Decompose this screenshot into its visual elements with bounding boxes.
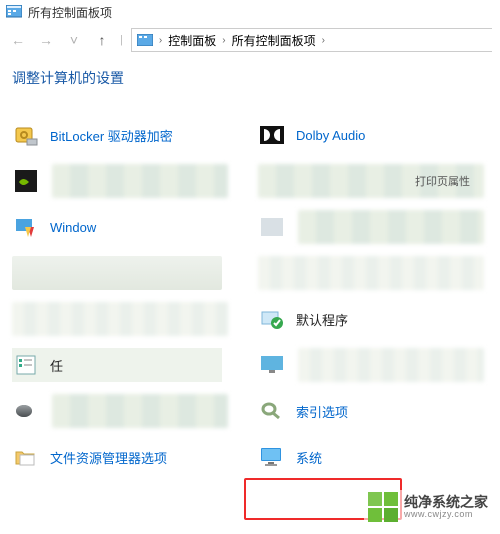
control-panel-icon (6, 4, 22, 20)
watermark-logo-icon (368, 492, 398, 522)
item-tasks[interactable]: 任 (12, 348, 222, 382)
default-programs-icon (258, 305, 286, 333)
item-explorer-options[interactable]: 文件资源管理器选项 (12, 440, 222, 474)
watermark: 纯净系统之家 www.cwjzy.com (364, 490, 492, 524)
item-system[interactable]: 系统 (258, 440, 478, 474)
nav-toolbar: ← → ˅ ↑ | › 控制面板 › 所有控制面板项 › (0, 24, 500, 56)
watermark-url: www.cwjzy.com (404, 510, 488, 519)
recent-dropdown[interactable]: ˅ (64, 32, 84, 48)
indexing-icon (258, 397, 286, 425)
generic-icon (258, 213, 286, 241)
address-bar[interactable]: › 控制面板 › 所有控制面板项 › (131, 28, 492, 52)
item-dolby[interactable]: Dolby Audio (258, 118, 478, 152)
item-blurred[interactable] (258, 348, 478, 382)
windows-security-icon (12, 213, 40, 241)
item-label: 系统 (296, 448, 322, 467)
title-bar: 所有控制面板项 (0, 0, 500, 24)
item-indexing[interactable]: 索引选项 (258, 394, 478, 428)
item-blurred[interactable] (258, 256, 478, 290)
dolby-icon (258, 121, 286, 149)
breadcrumb-current[interactable]: 所有控制面板项 (232, 32, 316, 49)
chevron-right-icon: › (322, 35, 325, 46)
item-blurred[interactable] (12, 256, 222, 290)
item-windows[interactable]: Window (12, 210, 222, 244)
chevron-right-icon: › (222, 35, 225, 46)
breadcrumb-root[interactable]: 控制面板 (168, 32, 216, 49)
page-title: 调整计算机的设置 (12, 68, 488, 88)
item-label: Window (50, 220, 96, 235)
item-blurred[interactable]: 打印页属性 (258, 164, 478, 198)
item-label: 索引选项 (296, 402, 348, 421)
bitlocker-icon (12, 121, 40, 149)
item-hint: 打印页属性 (415, 173, 470, 189)
nvidia-icon (12, 167, 40, 195)
control-panel-icon (137, 33, 153, 47)
watermark-name: 纯净系统之家 (404, 495, 488, 510)
page-header: 调整计算机的设置 (0, 56, 500, 88)
item-label: 任 (50, 356, 63, 375)
item-bitlocker[interactable]: BitLocker 驱动器加密 (12, 118, 222, 152)
item-label: Dolby Audio (296, 128, 365, 143)
chevron-right-icon: › (159, 35, 162, 46)
display-icon (258, 351, 286, 379)
folder-options-icon (12, 443, 40, 471)
system-icon (258, 443, 286, 471)
item-label: 默认程序 (296, 310, 348, 329)
item-default-programs[interactable]: 默认程序 (258, 302, 478, 336)
item-label: BitLocker 驱动器加密 (50, 126, 173, 145)
up-button[interactable]: ↑ (92, 32, 112, 48)
item-label: 文件资源管理器选项 (50, 448, 167, 467)
item-blurred[interactable] (12, 302, 222, 336)
back-button[interactable]: ← (8, 32, 28, 48)
forward-button[interactable]: → (36, 32, 56, 48)
window-title: 所有控制面板项 (28, 4, 112, 21)
item-blurred[interactable] (12, 164, 222, 198)
item-mouse[interactable] (12, 394, 222, 428)
taskbar-icon (12, 351, 40, 379)
items-grid: BitLocker 驱动器加密 Window 任 (0, 88, 500, 474)
mouse-icon (12, 397, 40, 425)
item-blurred[interactable] (258, 210, 478, 244)
